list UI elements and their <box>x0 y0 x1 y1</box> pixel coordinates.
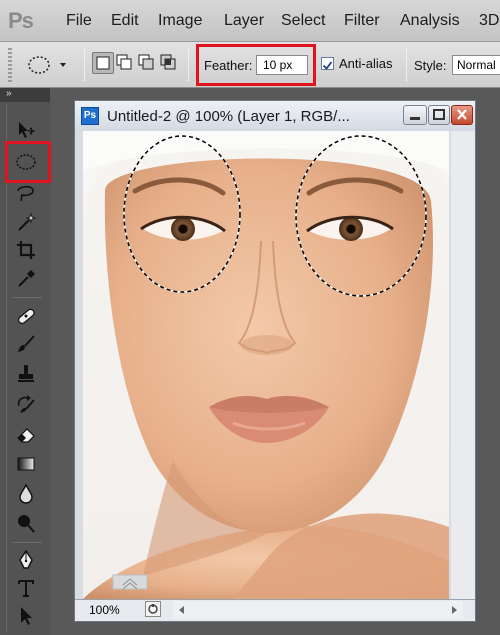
divider <box>188 48 189 82</box>
menu-file[interactable]: File <box>66 12 92 30</box>
intersect-selection-icon <box>160 54 176 70</box>
maximize-icon <box>433 109 445 120</box>
quick-selection-tool[interactable] <box>14 210 38 234</box>
menu-select[interactable]: Select <box>281 12 325 30</box>
type-icon <box>18 580 34 597</box>
marquee-tool-highlight-box <box>5 141 51 183</box>
magic-wand-icon <box>18 212 37 231</box>
check-icon <box>322 61 333 70</box>
tool-preset-picker[interactable] <box>22 50 72 80</box>
lasso-icon <box>17 185 34 202</box>
scroll-arrows-icon <box>179 606 457 614</box>
zoom-level[interactable]: 100% <box>89 603 120 617</box>
image-canvas[interactable] <box>83 131 449 599</box>
history-brush-tool[interactable] <box>14 392 38 416</box>
style-select[interactable]: Normal <box>452 55 500 75</box>
eyedropper-icon <box>18 270 35 287</box>
document-window: Ps Untitled-2 @ 100% (Layer 1, RGB/... 1… <box>74 100 476 622</box>
intersect-selection-button[interactable] <box>158 52 180 74</box>
menu-analysis[interactable]: Analysis <box>400 12 460 30</box>
bandage-icon <box>18 308 35 325</box>
healing-brush-tool[interactable] <box>14 304 38 328</box>
dodge-icon <box>18 515 35 533</box>
document-ps-icon: Ps <box>81 107 99 125</box>
eraser-tool[interactable] <box>14 422 38 446</box>
path-selection-tool[interactable] <box>14 604 38 628</box>
elliptical-marquee-icon <box>28 56 66 74</box>
menu-filter[interactable]: Filter <box>344 12 380 30</box>
type-tool[interactable] <box>14 576 38 600</box>
pen-tool[interactable] <box>14 548 38 572</box>
water-drop-icon <box>19 483 33 504</box>
gradient-tool[interactable] <box>14 452 38 476</box>
new-selection-button[interactable] <box>92 52 114 74</box>
menu-layer[interactable]: Layer <box>224 12 264 30</box>
crop-tool[interactable] <box>14 238 38 262</box>
clone-stamp-tool[interactable] <box>14 362 38 386</box>
feather-highlight-box <box>196 44 316 86</box>
horizontal-scrollbar[interactable] <box>173 601 463 619</box>
menu-3d[interactable]: 3D <box>479 12 499 30</box>
divider <box>84 48 85 82</box>
menu-bar: Ps File Edit Image Layer Select Filter A… <box>0 0 500 42</box>
menu-edit[interactable]: Edit <box>111 12 139 30</box>
portrait-photo <box>83 131 449 599</box>
divider <box>406 48 407 82</box>
anti-alias-checkbox[interactable] <box>321 57 334 70</box>
subtract-from-selection-button[interactable] <box>136 52 158 74</box>
add-to-selection-icon <box>116 54 132 70</box>
vertical-scrollbar[interactable] <box>451 131 475 599</box>
app-logo: Ps <box>8 8 34 33</box>
move-tool[interactable] <box>14 118 38 142</box>
style-label: Style: <box>414 58 447 73</box>
brush-icon <box>18 335 35 352</box>
anti-alias-label: Anti-alias <box>339 56 393 71</box>
history-brush-icon <box>17 395 35 413</box>
eyedropper-tool[interactable] <box>14 266 38 290</box>
divider <box>12 542 42 543</box>
status-info-button[interactable] <box>145 601 161 617</box>
crop-icon <box>17 241 35 259</box>
path-selection-icon <box>21 607 32 625</box>
dodge-tool[interactable] <box>14 512 38 536</box>
minimize-icon <box>410 117 420 120</box>
document-title-bar[interactable]: Ps Untitled-2 @ 100% (Layer 1, RGB/... <box>75 101 475 131</box>
minimize-button[interactable] <box>403 105 427 125</box>
options-bar-grip[interactable] <box>8 48 12 82</box>
tools-panel-header[interactable]: » <box>0 88 50 102</box>
add-to-selection-button[interactable] <box>114 52 136 74</box>
subtract-from-selection-icon <box>138 54 154 70</box>
move-icon <box>19 122 35 138</box>
document-title: Untitled-2 @ 100% (Layer 1, RGB/... <box>107 108 350 125</box>
divider <box>12 297 42 298</box>
brush-tool[interactable] <box>14 332 38 356</box>
stamp-icon <box>18 365 34 382</box>
close-button[interactable] <box>451 105 473 125</box>
collapse-icon[interactable]: » <box>6 88 12 99</box>
gradient-icon <box>17 457 35 471</box>
close-icon <box>457 109 467 120</box>
lasso-tool[interactable] <box>14 182 38 206</box>
new-selection-icon <box>96 56 110 70</box>
blur-tool[interactable] <box>14 482 38 506</box>
pen-icon <box>19 549 33 569</box>
menu-image[interactable]: Image <box>158 12 202 30</box>
status-info-icon <box>145 601 161 617</box>
eraser-icon <box>17 428 35 443</box>
maximize-button[interactable] <box>428 105 450 125</box>
